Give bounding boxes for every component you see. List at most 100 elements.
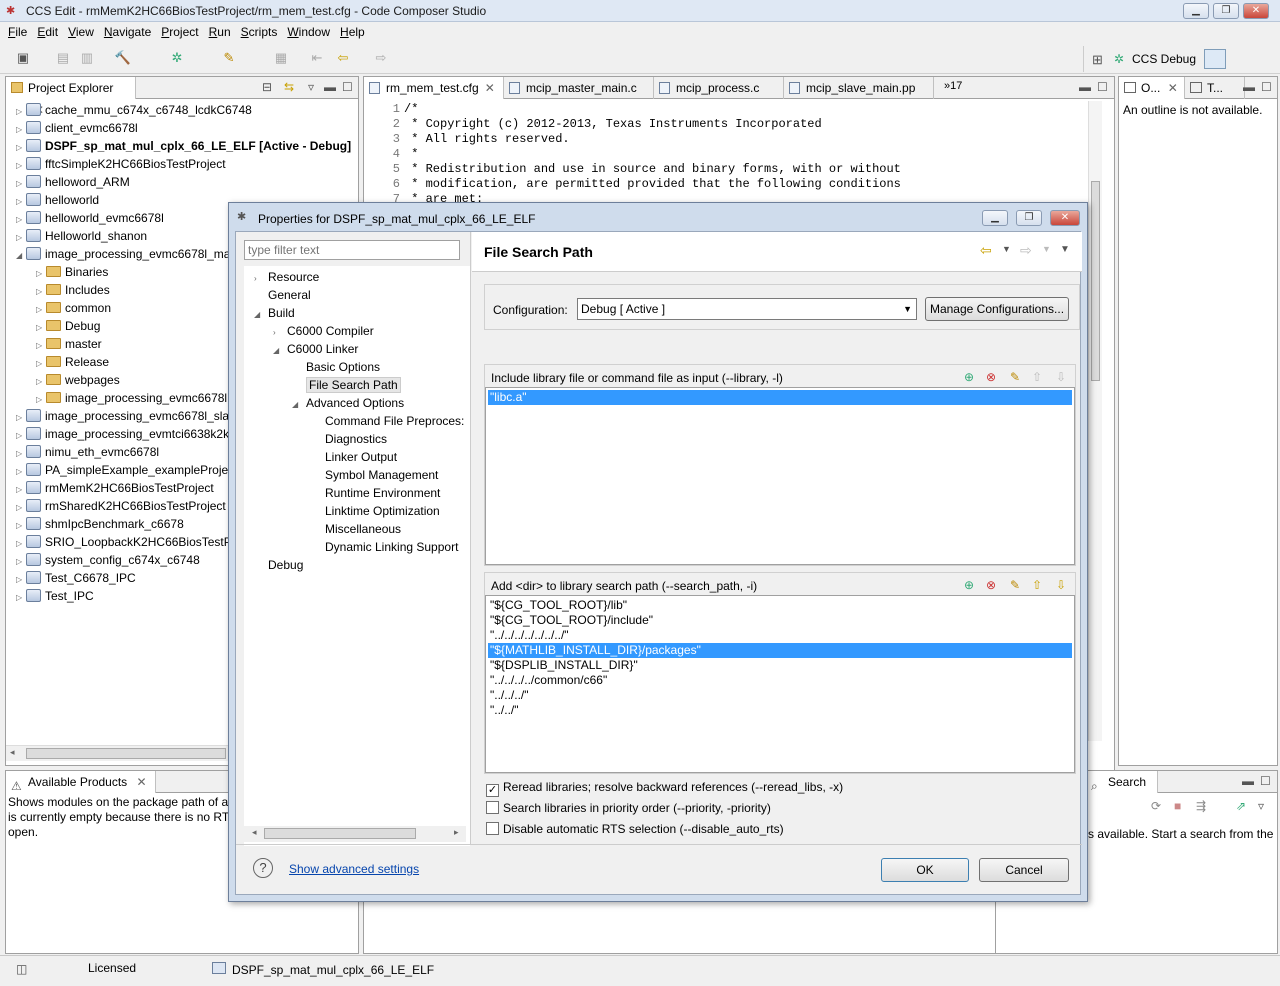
project-item[interactable]: ▷ nimu_eth_evmc6678l <box>16 443 159 461</box>
tree-horizontal-scrollbar[interactable]: ◂ ▸ <box>244 826 466 842</box>
fast-view-icon[interactable]: ◫ <box>16 962 27 976</box>
tab-task-list[interactable]: T... <box>1185 77 1245 99</box>
project-item[interactable]: ▷ Test_C6678_IPC <box>16 569 136 587</box>
project-item[interactable]: ▷ shmIpcBenchmark_c6678 <box>16 515 184 533</box>
close-button[interactable]: ✕ <box>1243 3 1269 19</box>
back-icon[interactable]: ⇦ <box>334 50 352 66</box>
debug-icon[interactable]: ✲ <box>168 50 186 66</box>
editor-tab[interactable]: mcip_process.c <box>654 77 784 99</box>
build-icon[interactable]: 🔨 <box>114 50 132 66</box>
project-item[interactable]: ▷ cache_mmu_c674x_c6748_lcdkC6748 <box>16 101 252 119</box>
search-path-list[interactable]: "${CG_TOOL_ROOT}/lib" "${CG_TOOL_ROOT}/in… <box>485 595 1075 773</box>
project-item[interactable]: ▷ fftcSimpleK2HC66BiosTestProject <box>16 155 226 173</box>
tab-outline[interactable]: O... ✕ <box>1119 77 1185 99</box>
dialog-maximize-button[interactable]: ❐ <box>1016 210 1042 226</box>
perspective-label[interactable]: CCS Debug <box>1132 52 1196 66</box>
property-page-item[interactable]: ◢ Build <box>254 304 295 322</box>
project-item[interactable]: ▷ helloworld_evmc6678l <box>16 209 164 227</box>
dialog-minimize-button[interactable]: ▁ <box>982 210 1008 226</box>
tree-child-item[interactable]: ▷ Binaries <box>36 263 108 281</box>
move-up-icon[interactable]: ⇧ <box>1029 369 1045 385</box>
chevron-down-icon[interactable]: ▼ <box>1002 244 1011 254</box>
toggle-icon[interactable]: ▦ <box>272 50 290 66</box>
back-icon[interactable]: ⇦ <box>980 242 992 259</box>
view-menu-icon[interactable]: ▼ <box>1060 244 1070 255</box>
project-item[interactable]: ▷ client_evmc6678l <box>16 119 138 137</box>
search-path-item[interactable]: "${MATHLIB_INSTALL_DIR}/packages" <box>488 643 1072 658</box>
chevron-down-icon[interactable]: ▼ <box>1042 244 1051 254</box>
project-item[interactable]: ▷ Test_IPC <box>16 587 94 605</box>
configuration-select[interactable]: Debug [ Active ] ▼ <box>577 298 917 320</box>
edit-icon[interactable]: ✎ <box>1007 369 1023 385</box>
search-path-item[interactable]: "../../../../common/c66" <box>488 673 1072 688</box>
history-icon[interactable]: ⇶ <box>1196 799 1206 813</box>
move-down-icon[interactable]: ⇩ <box>1053 369 1069 385</box>
cancel-search-icon[interactable]: ■ <box>1174 799 1181 813</box>
project-item[interactable]: ▷ rmMemK2HC66BiosTestProject <box>16 479 214 497</box>
menu-scripts[interactable]: Scripts <box>241 22 278 42</box>
ok-button[interactable]: OK <box>881 858 969 882</box>
ccs-edit-perspective-icon[interactable] <box>1204 49 1226 69</box>
property-page-item[interactable]: ◢ C6000 Linker <box>273 340 358 358</box>
forward-icon[interactable]: ⇨ <box>372 50 390 66</box>
forward-icon[interactable]: ⇨ <box>1020 242 1032 259</box>
manage-configurations-button[interactable]: Manage Configurations... <box>925 297 1069 321</box>
flash-icon[interactable]: ✎ <box>220 50 238 66</box>
tab-search[interactable]: ⌕ Search ✕ <box>1086 771 1158 811</box>
new-icon[interactable]: ▣ <box>14 50 32 66</box>
tree-child-item[interactable]: ▷ Debug <box>36 317 100 335</box>
property-page-item[interactable]: Dynamic Linking Support <box>311 538 458 556</box>
link-editor-icon[interactable]: ⇆ <box>284 80 294 94</box>
delete-icon[interactable]: ⊗ <box>983 577 999 593</box>
project-item[interactable]: ▷ helloword_ARM <box>16 173 130 191</box>
collapsed-twisty-icon[interactable]: ▷ <box>16 589 26 607</box>
save-all-icon[interactable]: ▥ <box>78 50 96 66</box>
project-item[interactable]: ▷ system_config_c674x_c6748 <box>16 551 200 569</box>
maximize-view-icon[interactable]: ☐ <box>1261 80 1272 94</box>
property-page-item[interactable]: › Resource <box>254 268 319 286</box>
move-down-icon[interactable]: ⇩ <box>1053 577 1069 593</box>
cancel-button[interactable]: Cancel <box>979 858 1069 882</box>
option-checkbox[interactable]: Disable automatic RTS selection (--disab… <box>486 822 784 836</box>
search-path-item[interactable]: "../../../../../../../" <box>488 628 1072 643</box>
property-page-item[interactable]: Linktime Optimization <box>311 502 440 520</box>
menu-navigate[interactable]: Navigate <box>104 22 151 42</box>
tree-child-item[interactable]: ▷ common <box>36 299 111 317</box>
project-item[interactable]: ▷ DSPF_sp_mat_mul_cplx_66_LE_ELF [Active … <box>16 137 351 155</box>
project-item[interactable]: ◢ image_processing_evmc6678l_ma <box>16 245 230 263</box>
minimize-view-icon[interactable]: ▬ <box>1079 80 1091 94</box>
menu-edit[interactable]: Edit <box>37 22 58 42</box>
twisty-icon[interactable]: ◢ <box>254 306 268 324</box>
show-advanced-settings-link[interactable]: Show advanced settings <box>289 862 419 876</box>
property-page-item[interactable]: › C6000 Compiler <box>273 322 374 340</box>
last-edit-icon[interactable]: ⇤ <box>308 50 326 66</box>
editor-tab[interactable]: mcip_master_main.c <box>504 77 654 99</box>
search-path-item[interactable]: "${DSPLIB_INSTALL_DIR}" <box>488 658 1072 673</box>
add-icon[interactable]: ⊕ <box>961 577 977 593</box>
library-list[interactable]: "libc.a" <box>485 387 1075 565</box>
maximize-button[interactable]: ❐ <box>1213 3 1239 19</box>
property-page-item[interactable]: File Search Path <box>292 376 401 394</box>
filter-input[interactable] <box>244 240 460 260</box>
property-page-item[interactable]: Debug <box>254 556 303 574</box>
delete-icon[interactable]: ⊗ <box>983 369 999 385</box>
option-checkbox[interactable]: Search libraries in priority order (--pr… <box>486 801 771 815</box>
tree-child-item[interactable]: ▷ webpages <box>36 371 120 389</box>
move-up-icon[interactable]: ⇧ <box>1029 577 1045 593</box>
minimize-view-icon[interactable]: ▬ <box>1242 774 1254 788</box>
library-item[interactable]: "libc.a" <box>488 390 1072 405</box>
checked-icon[interactable]: ✓ <box>486 784 499 797</box>
add-icon[interactable]: ⊕ <box>961 369 977 385</box>
collapse-all-icon[interactable]: ⊟ <box>262 80 272 94</box>
property-page-item[interactable]: Linker Output <box>311 448 397 466</box>
unchecked-icon[interactable] <box>486 822 499 835</box>
search-path-item[interactable]: "../../../" <box>488 688 1072 703</box>
property-page-item[interactable]: ◢ Advanced Options <box>292 394 404 412</box>
search-path-item[interactable]: "${CG_TOOL_ROOT}/lib" <box>488 598 1072 613</box>
tab-overflow[interactable]: »17 <box>944 80 962 92</box>
tree-child-item[interactable]: ▷ master <box>36 335 102 353</box>
project-item[interactable]: ▷ SRIO_LoopbackK2HC66BiosTestPr <box>16 533 236 551</box>
property-page-item[interactable]: Runtime Environment <box>311 484 440 502</box>
menu-window[interactable]: Window <box>287 22 330 42</box>
property-page-item[interactable]: Symbol Management <box>311 466 438 484</box>
